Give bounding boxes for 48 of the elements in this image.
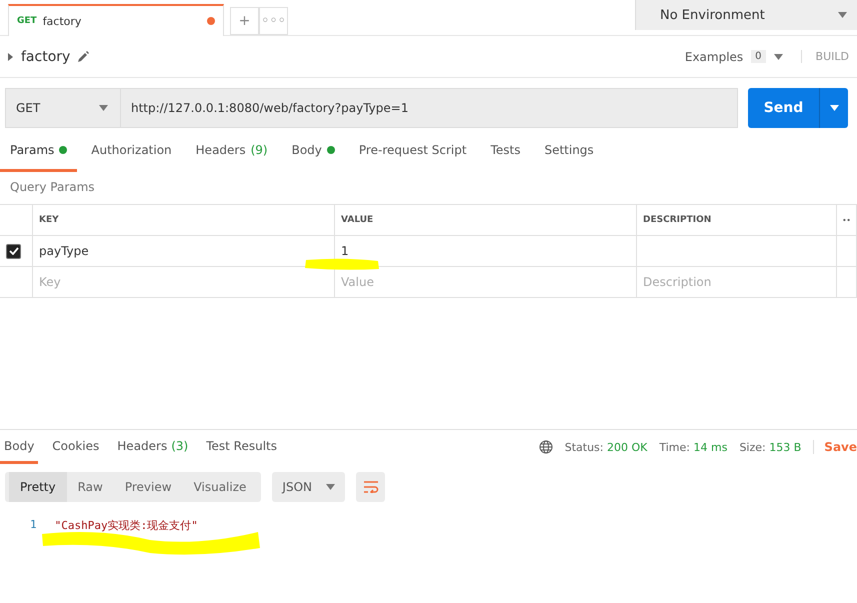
row-checkbox[interactable] <box>6 244 21 258</box>
response-tab[interactable]: Cookies <box>48 430 104 464</box>
more-icon[interactable] <box>843 218 850 222</box>
query-params-title: Query Params <box>9 179 96 196</box>
request-tab[interactable]: GET factory <box>8 4 224 36</box>
wrap-icon <box>362 481 379 493</box>
column-header: VALUE <box>335 205 637 236</box>
section-tab[interactable]: Headers (9) <box>186 130 278 172</box>
description-cell[interactable] <box>637 236 837 267</box>
section-tab[interactable]: Tests <box>480 130 530 172</box>
examples-label[interactable]: Examples <box>684 50 744 64</box>
expand-icon[interactable] <box>8 52 13 60</box>
response-tab[interactable]: Test Results <box>202 430 282 464</box>
section-tab[interactable]: Body <box>282 130 345 172</box>
status-item: Time: 14 ms <box>659 440 728 454</box>
section-tab[interactable]: Authorization <box>81 130 182 172</box>
pencil-icon[interactable] <box>78 51 90 62</box>
more-tabs-button[interactable]: ◦◦◦ <box>259 7 288 35</box>
unsaved-dot <box>207 17 215 25</box>
status-item: Status: 200 OK <box>564 440 648 454</box>
method-label: GET <box>17 16 37 26</box>
view-tab[interactable]: Visualize <box>182 472 258 502</box>
line-number: 1 <box>30 518 37 533</box>
status-item: Size: 153 B <box>739 440 802 454</box>
caret-icon <box>326 484 336 490</box>
tab-title: factory <box>42 14 82 28</box>
examples-count: 0 <box>751 50 766 63</box>
code-string: "CashPay实现类:现金支付" <box>54 518 198 533</box>
view-tab[interactable]: Preview <box>114 472 183 502</box>
section-tab[interactable]: Params <box>0 130 78 172</box>
wrap-lines-button[interactable] <box>356 472 386 502</box>
request-name: factory <box>21 48 70 64</box>
response-tab[interactable]: Headers (3) <box>113 430 192 464</box>
caret-icon <box>830 105 838 111</box>
column-header: KEY <box>33 205 335 236</box>
section-tab[interactable]: Settings <box>534 130 604 172</box>
new-tab-button[interactable]: + <box>230 7 259 35</box>
table-cell <box>837 267 857 298</box>
section-tab[interactable]: Pre-request Script <box>348 130 477 172</box>
view-tab[interactable]: Raw <box>66 472 114 502</box>
response-tab[interactable]: Body <box>0 430 38 464</box>
column-header: DESCRIPTION <box>637 205 837 236</box>
format-select[interactable]: JSON <box>272 472 346 502</box>
caret-icon <box>838 12 847 18</box>
view-tab[interactable]: Pretty <box>9 472 67 502</box>
caret-icon <box>774 54 783 60</box>
environment-select[interactable]: No Environment <box>635 0 857 30</box>
globe-icon[interactable] <box>538 440 553 454</box>
